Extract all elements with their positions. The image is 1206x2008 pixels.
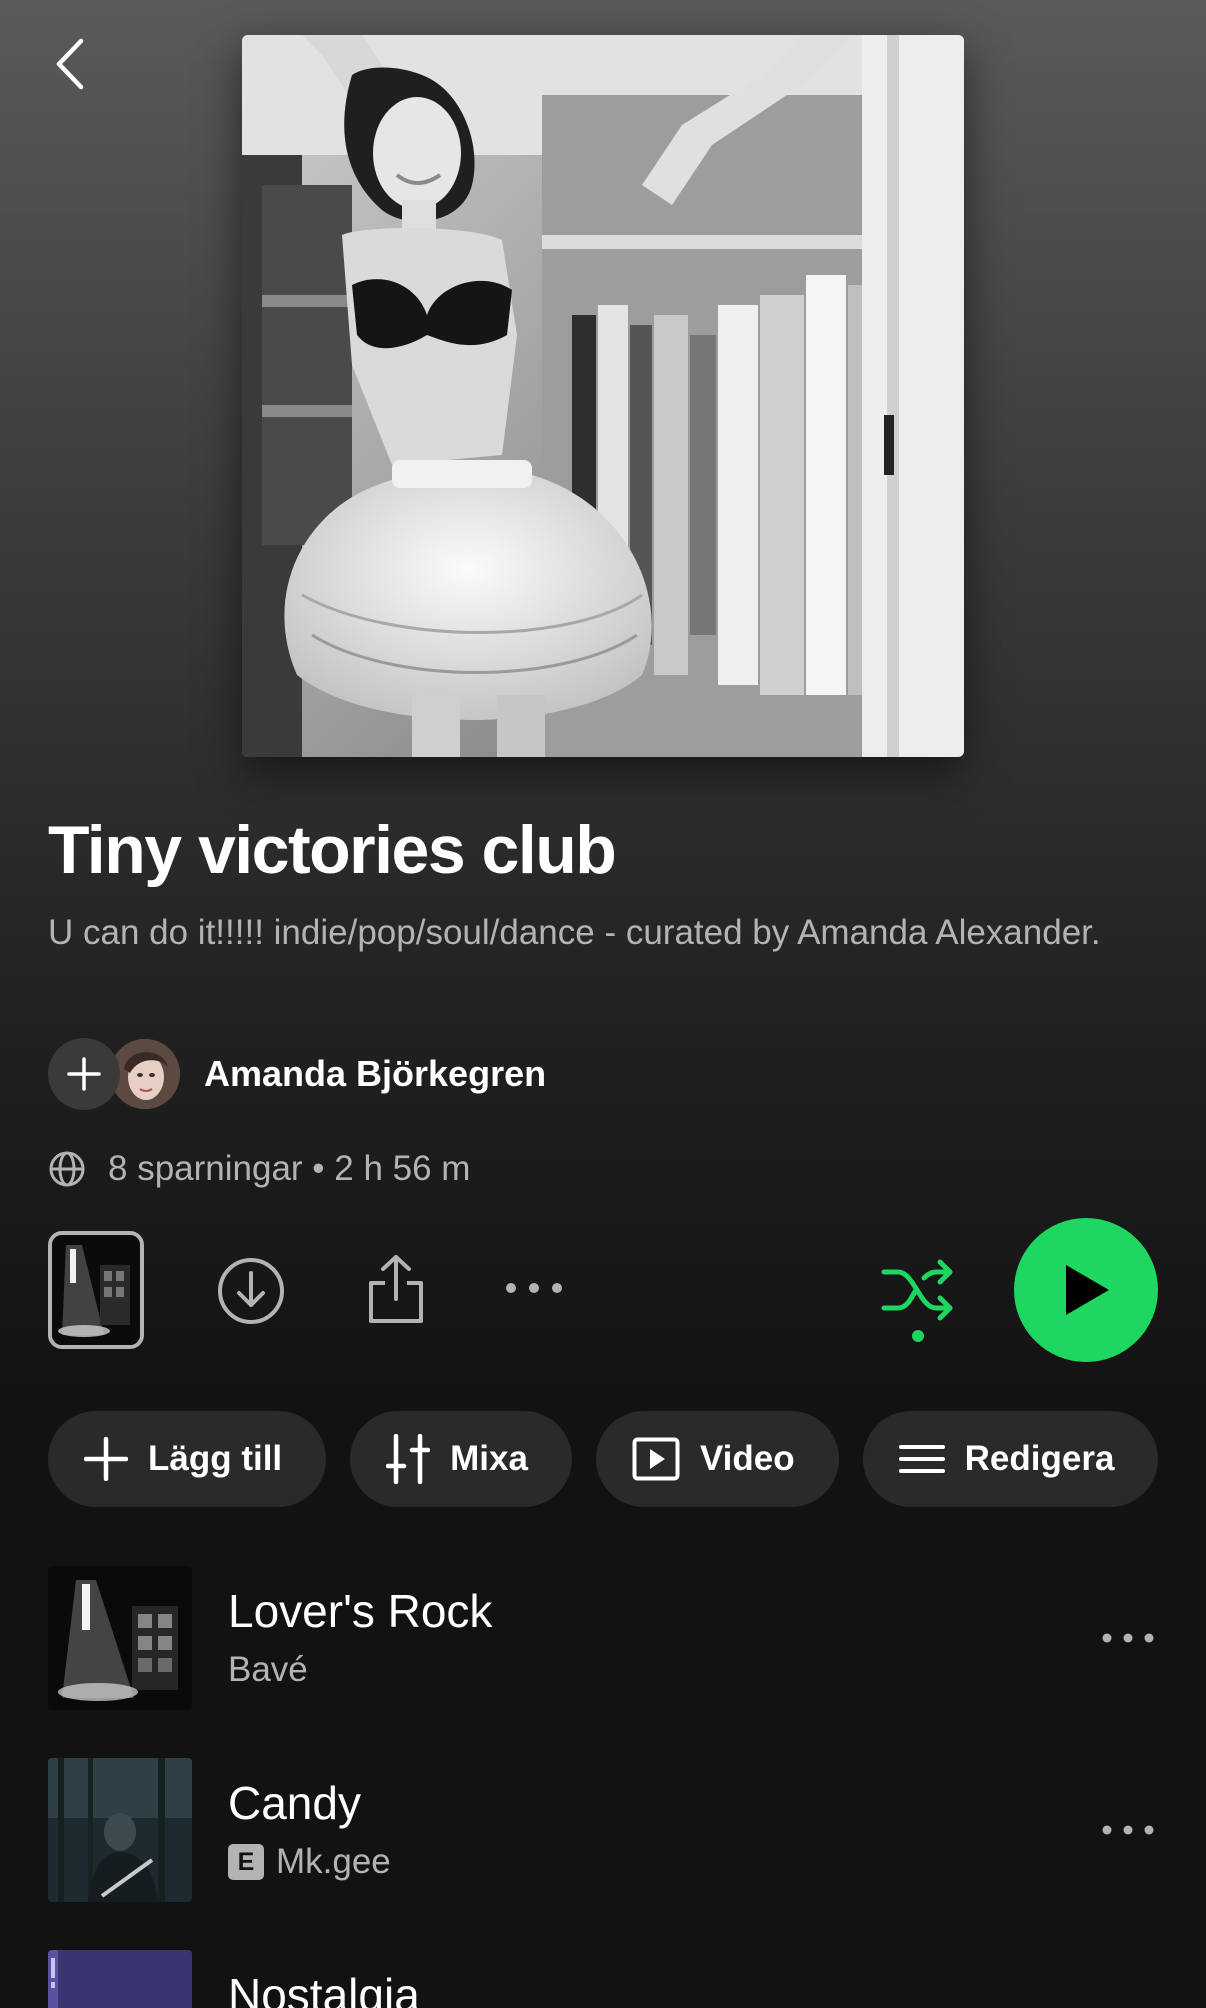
track-title: Lover's Rock [228, 1585, 493, 1637]
sliders-icon [386, 1434, 431, 1484]
more-horizontal-icon [1102, 1633, 1154, 1643]
owner-name[interactable]: Amanda Björkegren [204, 1053, 546, 1095]
track-artist: E Mk.gee [228, 1842, 391, 1882]
download-icon [218, 1258, 284, 1324]
track-title: Nostalgia [228, 1969, 420, 2008]
explicit-badge: E [228, 1844, 264, 1880]
video-chip[interactable]: Video [595, 1411, 839, 1507]
playlist-meta: 8 sparningar • 2 h 56 m [48, 1144, 470, 1194]
plus-icon [84, 1437, 128, 1481]
track-artwork [48, 1566, 192, 1710]
track-more-button[interactable] [1098, 1804, 1158, 1856]
owner-avatar[interactable] [110, 1039, 180, 1109]
more-horizontal-icon [506, 1283, 562, 1293]
playlist-title: Tiny victories club [48, 812, 617, 888]
saves-and-duration: 8 sparningar • 2 h 56 m [108, 1149, 471, 1188]
playlist-cover-image [242, 35, 964, 757]
more-horizontal-icon [1102, 1825, 1154, 1835]
video-label: Video [699, 1439, 795, 1478]
chevron-left-icon [56, 38, 84, 90]
track-more-button[interactable] [1098, 1612, 1158, 1664]
playlist-page: Tiny victories club U can do it!!!!! ind… [0, 0, 1206, 2008]
owner-row: Amanda Björkegren [48, 1038, 546, 1110]
playlist-controls [0, 1218, 1206, 1362]
back-button[interactable] [44, 34, 96, 94]
add-collaborator-button[interactable] [48, 1038, 120, 1110]
track-artwork [48, 1758, 192, 1902]
track-artwork [48, 1950, 192, 2008]
add-songs-chip[interactable]: Lägg till [48, 1411, 327, 1507]
track-row[interactable]: Candy E Mk.gee [48, 1758, 1158, 1902]
mix-label: Mixa [450, 1439, 528, 1478]
mix-chip[interactable]: Mixa [350, 1411, 572, 1507]
share-button[interactable] [364, 1250, 428, 1328]
plus-icon [67, 1057, 101, 1091]
add-songs-label: Lägg till [148, 1439, 283, 1478]
share-icon [369, 1255, 423, 1323]
download-button[interactable] [216, 1256, 286, 1326]
play-button[interactable] [1014, 1218, 1158, 1362]
playlist-preview-button[interactable] [48, 1231, 144, 1349]
edit-chip[interactable]: Redigera [862, 1411, 1159, 1507]
list-icon [898, 1445, 945, 1473]
track-row[interactable]: Nostalgia [48, 1950, 1158, 2008]
playlist-description: U can do it!!!!! indie/pop/soul/dance - … [48, 913, 1101, 952]
more-options-button[interactable] [502, 1268, 566, 1308]
play-icon [1066, 1265, 1109, 1315]
action-chips: Lägg till Mixa Video Redigera [48, 1411, 1182, 1507]
globe-icon [49, 1151, 85, 1187]
edit-label: Redigera [964, 1439, 1115, 1478]
shuffle-button[interactable] [880, 1258, 956, 1344]
track-title: Candy [228, 1777, 361, 1829]
track-artist-name: Bavé [228, 1650, 308, 1689]
track-artist-name: Mk.gee [276, 1842, 391, 1881]
shuffle-icon [881, 1259, 953, 1342]
track-row[interactable]: Lover's Rock Bavé [48, 1566, 1158, 1710]
video-icon [632, 1437, 680, 1481]
track-artist: Bavé [228, 1650, 308, 1690]
